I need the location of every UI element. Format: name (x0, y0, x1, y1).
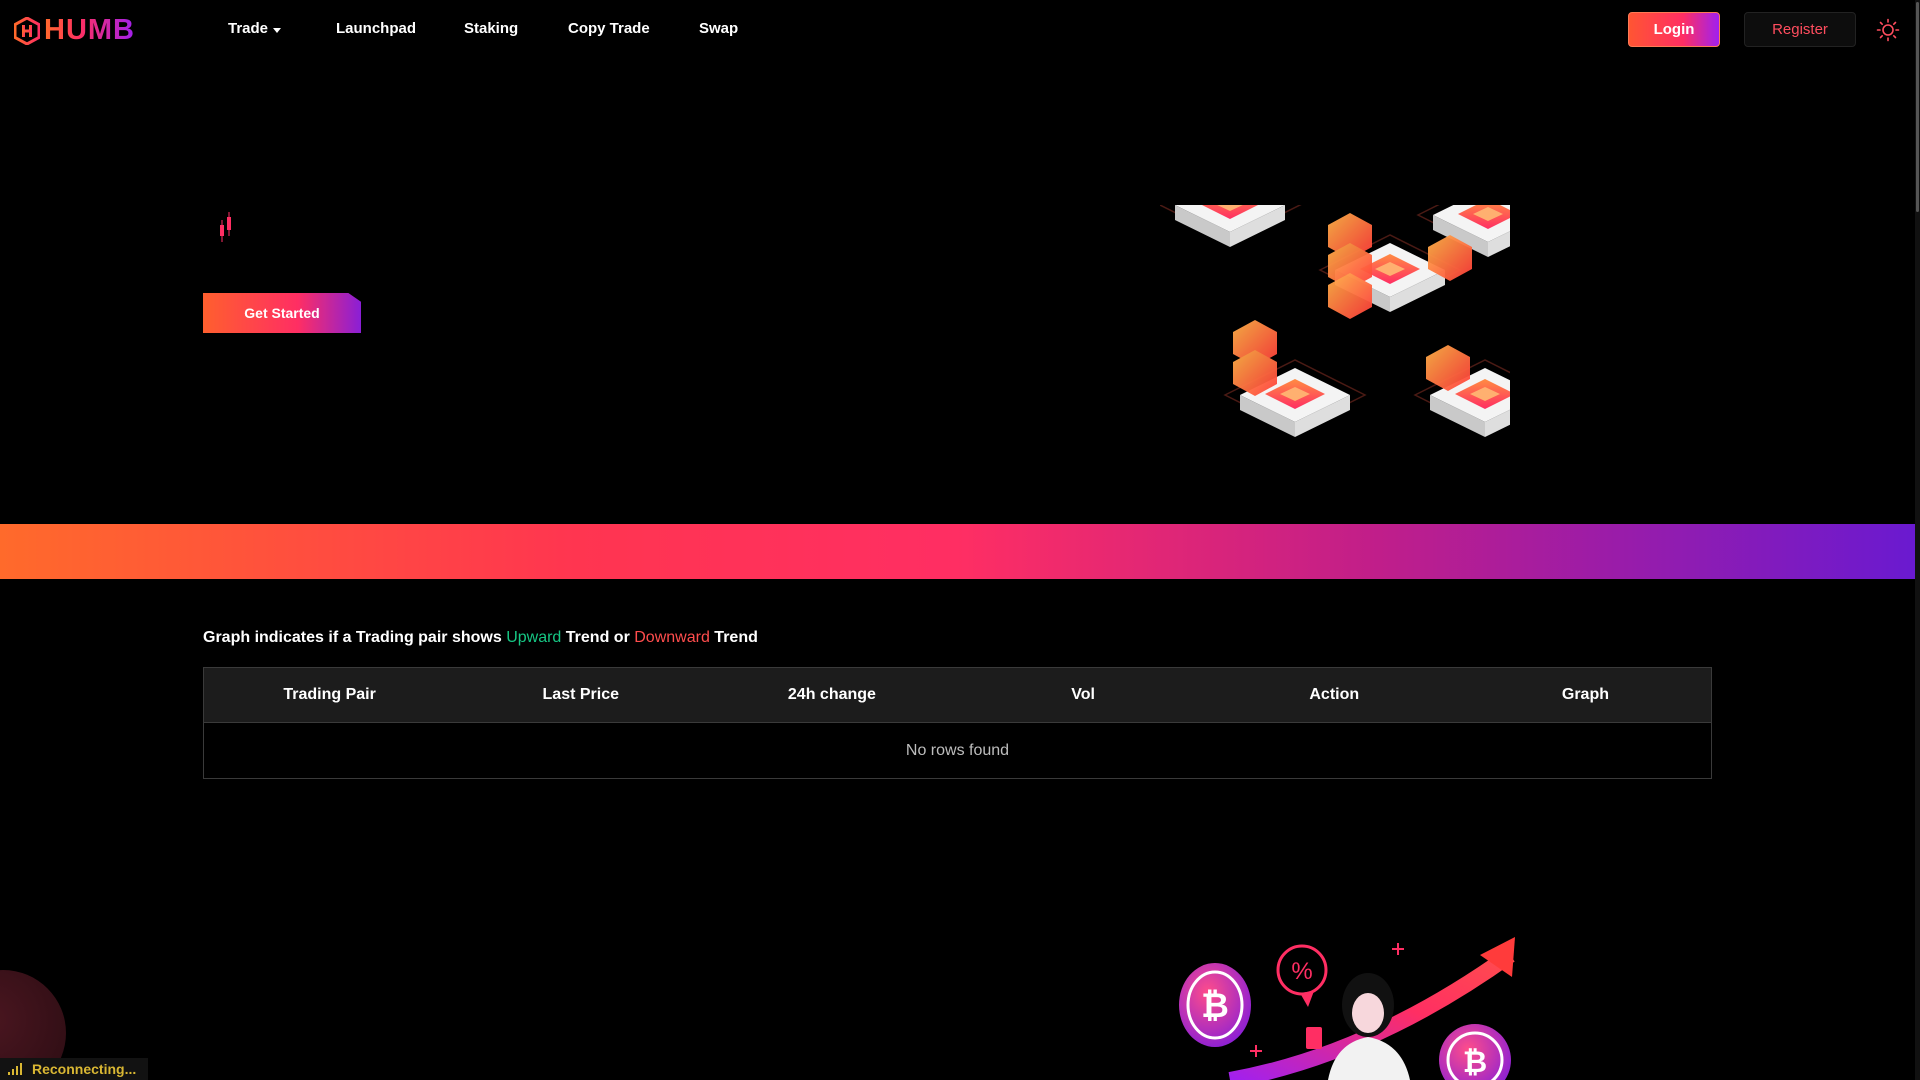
trend-legend: Graph indicates if a Trading pair shows … (203, 629, 758, 647)
register-button[interactable]: Register (1744, 12, 1856, 47)
main-nav: Trade Launchpad Staking Copy Trade Swap (228, 20, 738, 37)
sun-icon[interactable] (1876, 18, 1900, 42)
column-header-trading-pair[interactable]: Trading Pair (204, 668, 455, 722)
nav-item-swap[interactable]: Swap (699, 20, 738, 37)
column-header-vol[interactable]: Vol (958, 668, 1209, 722)
top-navbar: HUMB Trade Launchpad Staking Copy Trade … (0, 0, 1915, 60)
table-header: Trading Pair Last Price 24h change Vol A… (204, 668, 1711, 723)
legend-trend: Trend (714, 629, 758, 646)
column-header-24h-change[interactable]: 24h change (706, 668, 957, 722)
connection-status-text: Reconnecting... (32, 1061, 137, 1077)
brand-logo[interactable]: HUMB (14, 14, 135, 47)
nav-label: Copy Trade (568, 20, 650, 37)
column-header-last-price[interactable]: Last Price (455, 668, 706, 722)
legend-downward: Downward (634, 629, 710, 646)
connection-status-bar: Reconnecting... (0, 1058, 148, 1080)
candlestick-icon (220, 212, 231, 242)
market-table: Trading Pair Last Price 24h change Vol A… (203, 667, 1712, 779)
legend-trend-or: Trend or (565, 629, 630, 646)
crypto-growth-illustration: ₿ ₿ % (1179, 937, 1515, 1080)
blockchain-blocks-illustration (1160, 205, 1510, 438)
chevron-down-icon (273, 27, 282, 33)
login-button[interactable]: Login (1628, 12, 1720, 47)
gradient-banner (0, 524, 1915, 579)
svg-text:₿: ₿ (1463, 1046, 1487, 1079)
signal-bars-icon (8, 1063, 22, 1075)
scrollbar-thumb[interactable] (1916, 2, 1919, 212)
nav-label: Swap (699, 20, 739, 37)
hexagon-logo-icon (14, 16, 40, 45)
nav-label: Launchpad (336, 20, 417, 37)
legend-upward: Upward (506, 629, 562, 646)
nav-item-copy-trade[interactable]: Copy Trade (568, 20, 699, 37)
logo-text: HUMB (44, 14, 135, 46)
nav-item-launchpad[interactable]: Launchpad (336, 20, 464, 37)
nav-label: Staking (464, 20, 519, 37)
svg-text:%: % (1291, 958, 1312, 985)
column-header-action: Action (1309, 686, 1360, 703)
column-header-graph: Graph (1561, 686, 1609, 703)
nav-label: Trade (228, 20, 269, 37)
empty-state-message: No rows found (905, 741, 1010, 759)
svg-text:₿: ₿ (1201, 987, 1229, 1025)
get-started-button[interactable]: Get Started (203, 293, 361, 333)
legend-prefix: Graph indicates if a Trading pair shows (203, 629, 502, 646)
nav-item-trade[interactable]: Trade (228, 20, 336, 37)
page-scrollbar[interactable] (1915, 0, 1920, 1080)
nav-item-staking[interactable]: Staking (464, 20, 568, 37)
